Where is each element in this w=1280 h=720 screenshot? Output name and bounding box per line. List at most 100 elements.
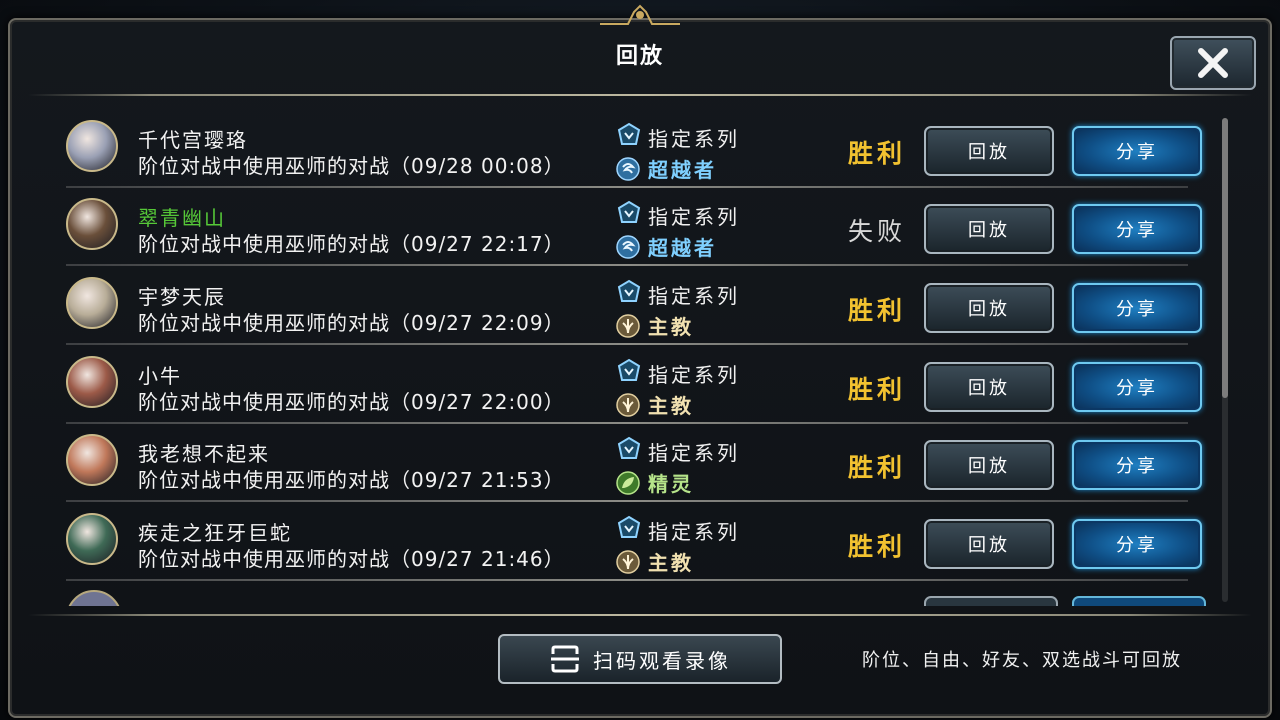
match-result: 胜利 xyxy=(848,139,907,168)
share-button[interactable]: 分享 xyxy=(1072,126,1202,176)
wizard-icon xyxy=(616,234,640,259)
avatar xyxy=(66,120,118,172)
match-result: 胜利 xyxy=(848,296,907,325)
scan-qr-button[interactable]: 扫码观看录像 xyxy=(498,634,782,684)
match-result: 失败 xyxy=(848,217,907,246)
replay-list[interactable]: 千代宫璎珞 阶位对战中使用巫师的对战（09/28 00:08） 指定系列 超越者… xyxy=(58,110,1208,604)
avatar xyxy=(66,356,118,408)
opponent-class: 精灵 xyxy=(616,468,694,497)
replay-button-label: 回放 xyxy=(968,142,1010,163)
class-label: 主教 xyxy=(648,394,694,418)
deck-format-label: 指定系列 xyxy=(648,127,740,151)
class-label: 超越者 xyxy=(648,158,717,182)
close-button[interactable] xyxy=(1170,36,1256,90)
footer-divider xyxy=(28,614,1252,616)
opponent-class: 主教 xyxy=(616,311,694,340)
deck-format-icon xyxy=(616,358,648,389)
class-label: 主教 xyxy=(648,551,694,575)
match-description: 阶位对战中使用巫师的对战（09/27 22:09） xyxy=(138,311,565,335)
match-description: 阶位对战中使用巫师的对战（09/27 22:00） xyxy=(138,390,565,414)
deck-format: 指定系列 xyxy=(616,200,740,231)
opponent-class: 主教 xyxy=(616,547,694,576)
deck-format-label: 指定系列 xyxy=(648,284,740,308)
replay-button[interactable]: 回放 xyxy=(924,440,1054,490)
share-button-label: 分享 xyxy=(1116,142,1158,163)
bishop-icon xyxy=(616,313,640,338)
opponent-class: 超越者 xyxy=(616,154,717,183)
bishop-icon xyxy=(616,392,640,417)
match-result: 胜利 xyxy=(848,453,907,482)
share-button-label: 分享 xyxy=(1116,378,1158,399)
player-name: 我老想不起来 xyxy=(138,442,270,466)
scan-icon xyxy=(551,645,579,673)
deck-format-icon xyxy=(616,279,648,310)
replay-button-label: 回放 xyxy=(968,535,1010,556)
class-label: 主教 xyxy=(648,315,694,339)
replay-button[interactable]: 回放 xyxy=(924,283,1054,333)
replay-button[interactable]: 回放 xyxy=(924,519,1054,569)
player-name: 疾走之狂牙巨蛇 xyxy=(138,521,292,545)
scan-label: 扫码观看录像 xyxy=(593,648,731,673)
replay-note: 阶位、自由、好友、双选战斗可回放 xyxy=(862,650,1182,671)
replay-button[interactable]: 回放 xyxy=(924,126,1054,176)
crest-ornament-icon xyxy=(600,4,680,25)
deck-format-icon xyxy=(616,515,648,546)
replay-button-label: 回放 xyxy=(968,299,1010,320)
replay-button-label: 回放 xyxy=(968,220,1010,241)
replay-button-label: 回放 xyxy=(968,456,1010,477)
replay-row: 小牛 阶位对战中使用巫师的对战（09/27 22:00） 指定系列 主教 胜利 … xyxy=(58,346,1208,424)
deck-format-label: 指定系列 xyxy=(648,205,740,229)
share-button-label: 分享 xyxy=(1116,299,1158,320)
player-name: 翠青幽山 xyxy=(138,206,226,230)
share-button[interactable]: 分享 xyxy=(1072,440,1202,490)
match-description: 阶位对战中使用巫师的对战（09/28 00:08） xyxy=(138,154,565,178)
scroll-thumb[interactable] xyxy=(1222,118,1228,398)
wizard-icon xyxy=(616,156,640,181)
close-icon xyxy=(1198,48,1228,78)
avatar xyxy=(66,513,118,565)
scrollbar[interactable] xyxy=(1222,118,1228,602)
deck-format-icon xyxy=(616,122,648,153)
dialog-title: 回放 xyxy=(615,44,664,69)
partial-row xyxy=(58,590,1208,606)
replay-row: 翠青幽山 阶位对战中使用巫师的对战（09/27 22:17） 指定系列 超越者 … xyxy=(58,188,1208,266)
match-description: 阶位对战中使用巫师的对战（09/27 22:17） xyxy=(138,232,565,256)
deck-format-icon xyxy=(616,436,648,467)
replay-button[interactable]: 回放 xyxy=(924,362,1054,412)
header-divider xyxy=(28,94,1252,96)
share-button[interactable]: 分享 xyxy=(1072,204,1202,254)
share-button[interactable]: 分享 xyxy=(1072,362,1202,412)
avatar xyxy=(66,434,118,486)
player-name: 宇梦天辰 xyxy=(138,285,226,309)
match-description: 阶位对战中使用巫师的对战（09/27 21:53） xyxy=(138,468,565,492)
replay-row: 千代宫璎珞 阶位对战中使用巫师的对战（09/28 00:08） 指定系列 超越者… xyxy=(58,110,1208,188)
player-name: 小牛 xyxy=(138,364,182,388)
player-name: 千代宫璎珞 xyxy=(138,128,248,152)
deck-format: 指定系列 xyxy=(616,279,740,310)
replay-button[interactable]: 回放 xyxy=(924,204,1054,254)
avatar xyxy=(66,198,118,250)
match-result: 胜利 xyxy=(848,375,907,404)
replay-button-label: 回放 xyxy=(968,378,1010,399)
replay-row: 我老想不起来 阶位对战中使用巫师的对战（09/27 21:53） 指定系列 精灵… xyxy=(58,424,1208,502)
opponent-class: 超越者 xyxy=(616,232,717,261)
match-description: 阶位对战中使用巫师的对战（09/27 21:46） xyxy=(138,547,565,571)
deck-format-label: 指定系列 xyxy=(648,363,740,387)
deck-format: 指定系列 xyxy=(616,436,740,467)
class-label: 超越者 xyxy=(648,236,717,260)
class-label: 精灵 xyxy=(648,472,694,496)
replay-row: 疾走之狂牙巨蛇 阶位对战中使用巫师的对战（09/27 21:46） 指定系列 主… xyxy=(58,503,1208,581)
share-button-label: 分享 xyxy=(1116,535,1158,556)
deck-format: 指定系列 xyxy=(616,122,740,153)
share-button[interactable]: 分享 xyxy=(1072,519,1202,569)
share-button[interactable]: 分享 xyxy=(1072,283,1202,333)
opponent-class: 主教 xyxy=(616,390,694,419)
deck-format: 指定系列 xyxy=(616,358,740,389)
share-button-label: 分享 xyxy=(1116,456,1158,477)
deck-format-label: 指定系列 xyxy=(648,441,740,465)
share-button-label: 分享 xyxy=(1116,220,1158,241)
bishop-icon xyxy=(616,549,640,574)
replay-row: 宇梦天辰 阶位对战中使用巫师的对战（09/27 22:09） 指定系列 主教 胜… xyxy=(58,267,1208,345)
deck-format-icon xyxy=(616,200,648,231)
avatar xyxy=(66,277,118,329)
